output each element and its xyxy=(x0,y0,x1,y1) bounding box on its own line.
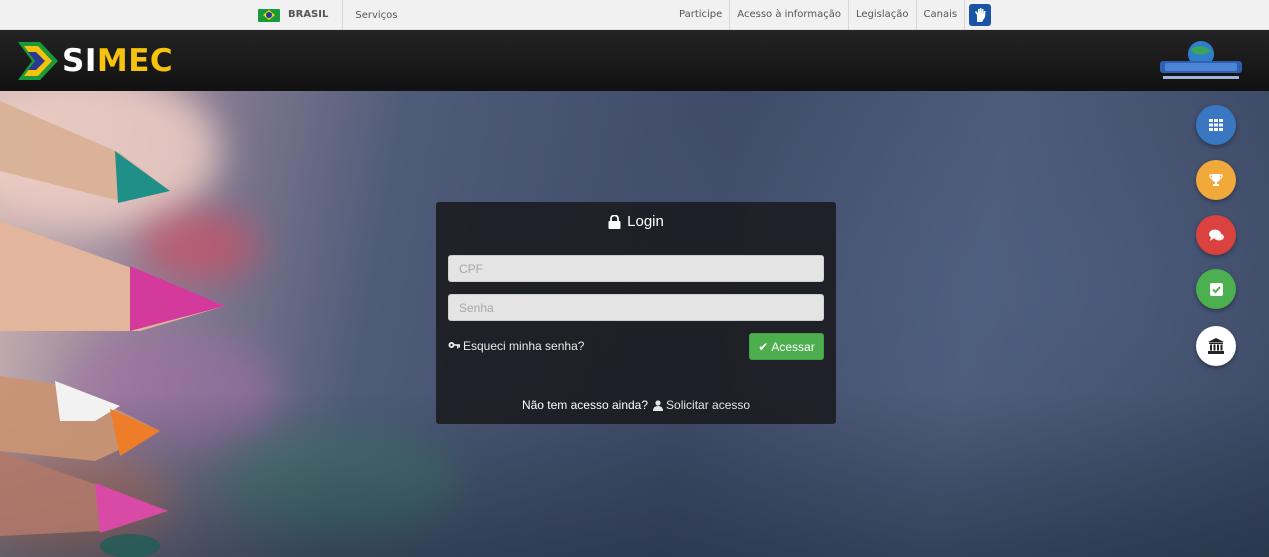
simec-arrow-icon xyxy=(18,42,58,80)
cpf-input[interactable] xyxy=(448,255,824,282)
shortcut-trophy-button[interactable] xyxy=(1196,160,1236,200)
no-access-text: Não tem acesso ainda? xyxy=(521,398,649,412)
checkmark-icon: ✔ xyxy=(758,339,769,354)
app-header: SIMEC xyxy=(0,30,1269,91)
acessar-button[interactable]: ✔ Acessar xyxy=(749,333,824,360)
forgot-password-link[interactable]: Esqueci minha senha? xyxy=(448,339,584,353)
gov-left-group: BRASIL Serviços xyxy=(258,0,398,30)
shortcut-apps-button[interactable] xyxy=(1196,105,1236,145)
login-panel: Login Esqueci minha senha? ✔ Acessar Não… xyxy=(436,202,836,424)
shortcut-tasks-button[interactable] xyxy=(1196,269,1236,309)
simec-logo[interactable]: SIMEC xyxy=(18,41,178,81)
acessar-label: Acessar xyxy=(771,339,815,354)
request-access-label: Solicitar acesso xyxy=(666,398,751,412)
grid-icon xyxy=(1209,119,1223,131)
request-access-row: Não tem acesso ainda? Solicitar acesso xyxy=(436,398,836,412)
gov-brasil-link[interactable]: BRASIL xyxy=(288,0,344,30)
gov-link-participe[interactable]: Participe xyxy=(672,0,731,30)
simec-wordmark: SIMEC xyxy=(62,41,173,81)
gov-link-acesso-informacao[interactable]: Acesso à informação xyxy=(730,0,849,30)
checkbox-icon xyxy=(1209,282,1223,296)
gov-links: Participe Acesso à informação Legislação… xyxy=(672,0,992,30)
gov-servicos-link[interactable]: Serviços xyxy=(343,10,397,21)
chat-icon xyxy=(1208,229,1224,241)
user-icon xyxy=(653,399,664,411)
simec-wordmark-mec: MEC xyxy=(96,43,174,79)
request-access-link[interactable]: Solicitar acesso xyxy=(653,398,750,412)
colored-pencils-illustration xyxy=(0,101,225,557)
password-input[interactable] xyxy=(448,294,824,321)
vlibras-accessibility-icon[interactable] xyxy=(969,4,992,26)
gov-link-legislacao[interactable]: Legislação xyxy=(849,0,917,30)
lock-icon xyxy=(608,214,621,229)
trophy-icon xyxy=(1209,174,1223,186)
shortcut-chat-button[interactable] xyxy=(1196,215,1236,255)
gov-top-bar: BRASIL Serviços Participe Acesso à infor… xyxy=(0,0,1269,30)
login-header: Login xyxy=(436,213,836,230)
key-icon xyxy=(448,342,460,349)
login-title: Login xyxy=(627,213,664,230)
shortcut-institution-button[interactable] xyxy=(1196,326,1236,366)
gov-link-canais[interactable]: Canais xyxy=(917,0,966,30)
brazil-flag-icon xyxy=(258,8,280,22)
governo-federal-brasil-logo xyxy=(1160,41,1242,79)
institution-icon xyxy=(1208,338,1224,354)
forgot-password-label: Esqueci minha senha? xyxy=(463,339,585,353)
simec-wordmark-si: SI xyxy=(62,43,97,79)
